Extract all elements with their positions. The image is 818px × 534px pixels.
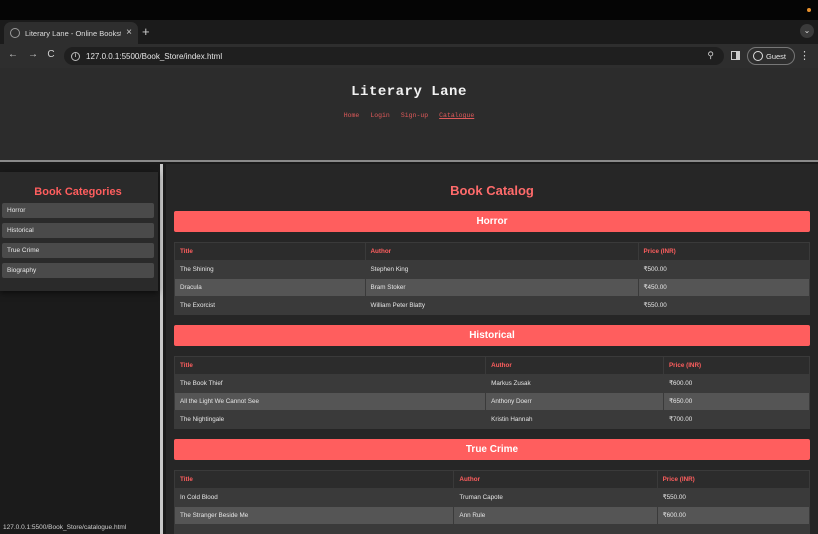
- book-table: Title Author Price (INR) In Cold Blood Truma…: [173, 470, 811, 534]
- category-item-historical[interactable]: Historical: [2, 223, 154, 238]
- book-price-cell: [656, 524, 811, 534]
- column-header: Author: [453, 470, 658, 489]
- table-row: All the Light We Cannot See Anthony Doerr…: [173, 392, 811, 411]
- table-row: In Cold Blood Truman Capote ₹550.00: [173, 488, 811, 507]
- tab-bar: Literary Lane - Online Booksto × + ⌄: [0, 20, 818, 44]
- book-author-cell: William Peter Blatty: [364, 296, 639, 315]
- category-box: Book Categories Horror Historical True C…: [0, 172, 158, 291]
- side-panel-icon[interactable]: [731, 51, 740, 60]
- book-author-cell: Markus Zusak: [485, 374, 664, 393]
- browser-tab[interactable]: Literary Lane - Online Booksto ×: [4, 22, 138, 44]
- book-price-cell: ₹600.00: [662, 374, 811, 393]
- book-title-cell: The Shining: [174, 260, 366, 279]
- address-bar[interactable]: i 127.0.0.1:5500/Book_Store/index.html ⚲: [64, 47, 724, 65]
- book-author-cell: Anthony Doerr: [485, 392, 664, 411]
- table-row: The Nightingale Kristin Hannah ₹700.00: [173, 410, 811, 429]
- book-title-cell: Dracula: [174, 278, 366, 297]
- book-title-cell: [173, 524, 455, 534]
- book-price-cell: ₹550.00: [637, 296, 811, 315]
- catalog-section: True Crime Title Author Price (INR) In Cold …: [173, 439, 811, 534]
- window-top-strip: [0, 0, 818, 20]
- back-button[interactable]: ←: [6, 49, 20, 60]
- column-header: Author: [485, 356, 664, 375]
- nav-link-catalogue[interactable]: Catalogue: [439, 112, 474, 119]
- tab-title: Literary Lane - Online Booksto: [25, 28, 122, 38]
- table-row: The Book Thief Markus Zusak ₹600.00: [173, 374, 811, 393]
- book-title-cell: The Stranger Beside Me: [173, 506, 455, 525]
- forward-button[interactable]: →: [26, 49, 40, 60]
- book-author-cell: Kristin Hannah: [485, 410, 664, 429]
- book-title-cell: In Cold Blood: [173, 488, 455, 507]
- book-title-cell: The Book Thief: [173, 374, 487, 393]
- column-header: Price (INR): [656, 470, 811, 489]
- profile-label: Guest: [766, 51, 787, 61]
- column-header: Title: [173, 356, 487, 375]
- status-bar-url: 127.0.0.1:5500/Book_Store/catalogue.html: [0, 522, 127, 534]
- globe-icon: [10, 28, 20, 38]
- catalog-main: Book Catalog Horror Title Author Price (INR…: [166, 164, 818, 534]
- catalog-sections: Horror Title Author Price (INR) The Shining S…: [173, 211, 811, 534]
- category-item-horror[interactable]: Horror: [2, 203, 154, 218]
- column-header: Title: [173, 470, 455, 489]
- book-price-cell: ₹650.00: [662, 392, 811, 411]
- book-table: Title Author Price (INR) The Book Thief Mark…: [173, 356, 811, 429]
- browser-toolbar: ← → C i 127.0.0.1:5500/Book_Store/index.…: [0, 44, 818, 68]
- book-author-cell: Truman Capote: [453, 488, 658, 507]
- column-header: Price (INR): [637, 242, 811, 261]
- genre-heading: True Crime: [174, 439, 810, 460]
- table-row: Dracula Bram Stoker ₹450.00: [174, 278, 811, 297]
- category-sidebar: Book Categories Horror Historical True C…: [0, 164, 163, 534]
- book-table: Title Author Price (INR) The Shining Stephen…: [174, 242, 811, 315]
- book-author-cell: [453, 524, 658, 534]
- book-price-cell: ₹550.00: [656, 488, 811, 507]
- address-url[interactable]: 127.0.0.1:5500/Book_Store/index.html: [86, 52, 222, 61]
- site-header: Literary Lane Home Login Sign-up Catalog…: [0, 68, 818, 162]
- profile-avatar-icon: [753, 51, 763, 61]
- catalog-title: Book Catalog: [450, 183, 534, 198]
- genre-heading: Horror: [174, 211, 810, 232]
- table-row: [173, 524, 811, 534]
- book-title-cell: The Exorcist: [174, 296, 366, 315]
- table-row: The Exorcist William Peter Blatty ₹550.00: [174, 296, 811, 315]
- nav-link-signup[interactable]: Sign-up: [401, 112, 428, 119]
- table-header-row: Title Author Price (INR): [174, 242, 811, 261]
- browser-menu-button[interactable]: ⋮: [799, 49, 810, 62]
- column-header: Price (INR): [662, 356, 811, 375]
- catalog-section: Horror Title Author Price (INR) The Shining S…: [174, 211, 811, 315]
- table-row: The Stranger Beside Me Ann Rule ₹600.00: [173, 506, 811, 525]
- book-title-cell: All the Light We Cannot See: [173, 392, 487, 411]
- category-item-true-crime[interactable]: True Crime: [2, 243, 154, 258]
- site-title: Literary Lane: [351, 84, 467, 100]
- book-title-cell: The Nightingale: [173, 410, 487, 429]
- table-header-row: Title Author Price (INR): [173, 470, 811, 489]
- table-header-row: Title Author Price (INR): [173, 356, 811, 375]
- new-tab-button[interactable]: +: [142, 23, 150, 41]
- reload-button[interactable]: C: [44, 49, 58, 60]
- book-price-cell: ₹700.00: [662, 410, 811, 429]
- site-info-icon[interactable]: i: [71, 51, 80, 61]
- table-row: The Shining Stephen King ₹500.00: [174, 260, 811, 279]
- book-price-cell: ₹450.00: [637, 278, 811, 297]
- recording-indicator: [807, 8, 811, 12]
- nav-link-home[interactable]: Home: [344, 112, 360, 119]
- tab-search-button[interactable]: ⌄: [800, 24, 814, 38]
- book-price-cell: ₹500.00: [637, 260, 811, 279]
- book-author-cell: Ann Rule: [453, 506, 658, 525]
- site-nav: Home Login Sign-up Catalogue: [0, 112, 818, 119]
- profile-button[interactable]: Guest: [747, 47, 795, 65]
- category-heading: Book Categories: [34, 186, 122, 198]
- column-header: Author: [364, 242, 639, 261]
- genre-heading: Historical: [174, 325, 810, 346]
- nav-link-login[interactable]: Login: [370, 112, 390, 119]
- tab-close-button[interactable]: ×: [126, 28, 132, 38]
- book-price-cell: ₹600.00: [656, 506, 811, 525]
- book-author-cell: Stephen King: [364, 260, 639, 279]
- column-header: Title: [174, 242, 366, 261]
- book-author-cell: Bram Stoker: [364, 278, 639, 297]
- category-item-biography[interactable]: Biography: [2, 263, 154, 278]
- web-page: Literary Lane Home Login Sign-up Catalog…: [0, 68, 818, 534]
- catalog-section: Historical Title Author Price (INR) The Book…: [173, 325, 811, 429]
- zoom-icon[interactable]: ⚲: [707, 50, 714, 61]
